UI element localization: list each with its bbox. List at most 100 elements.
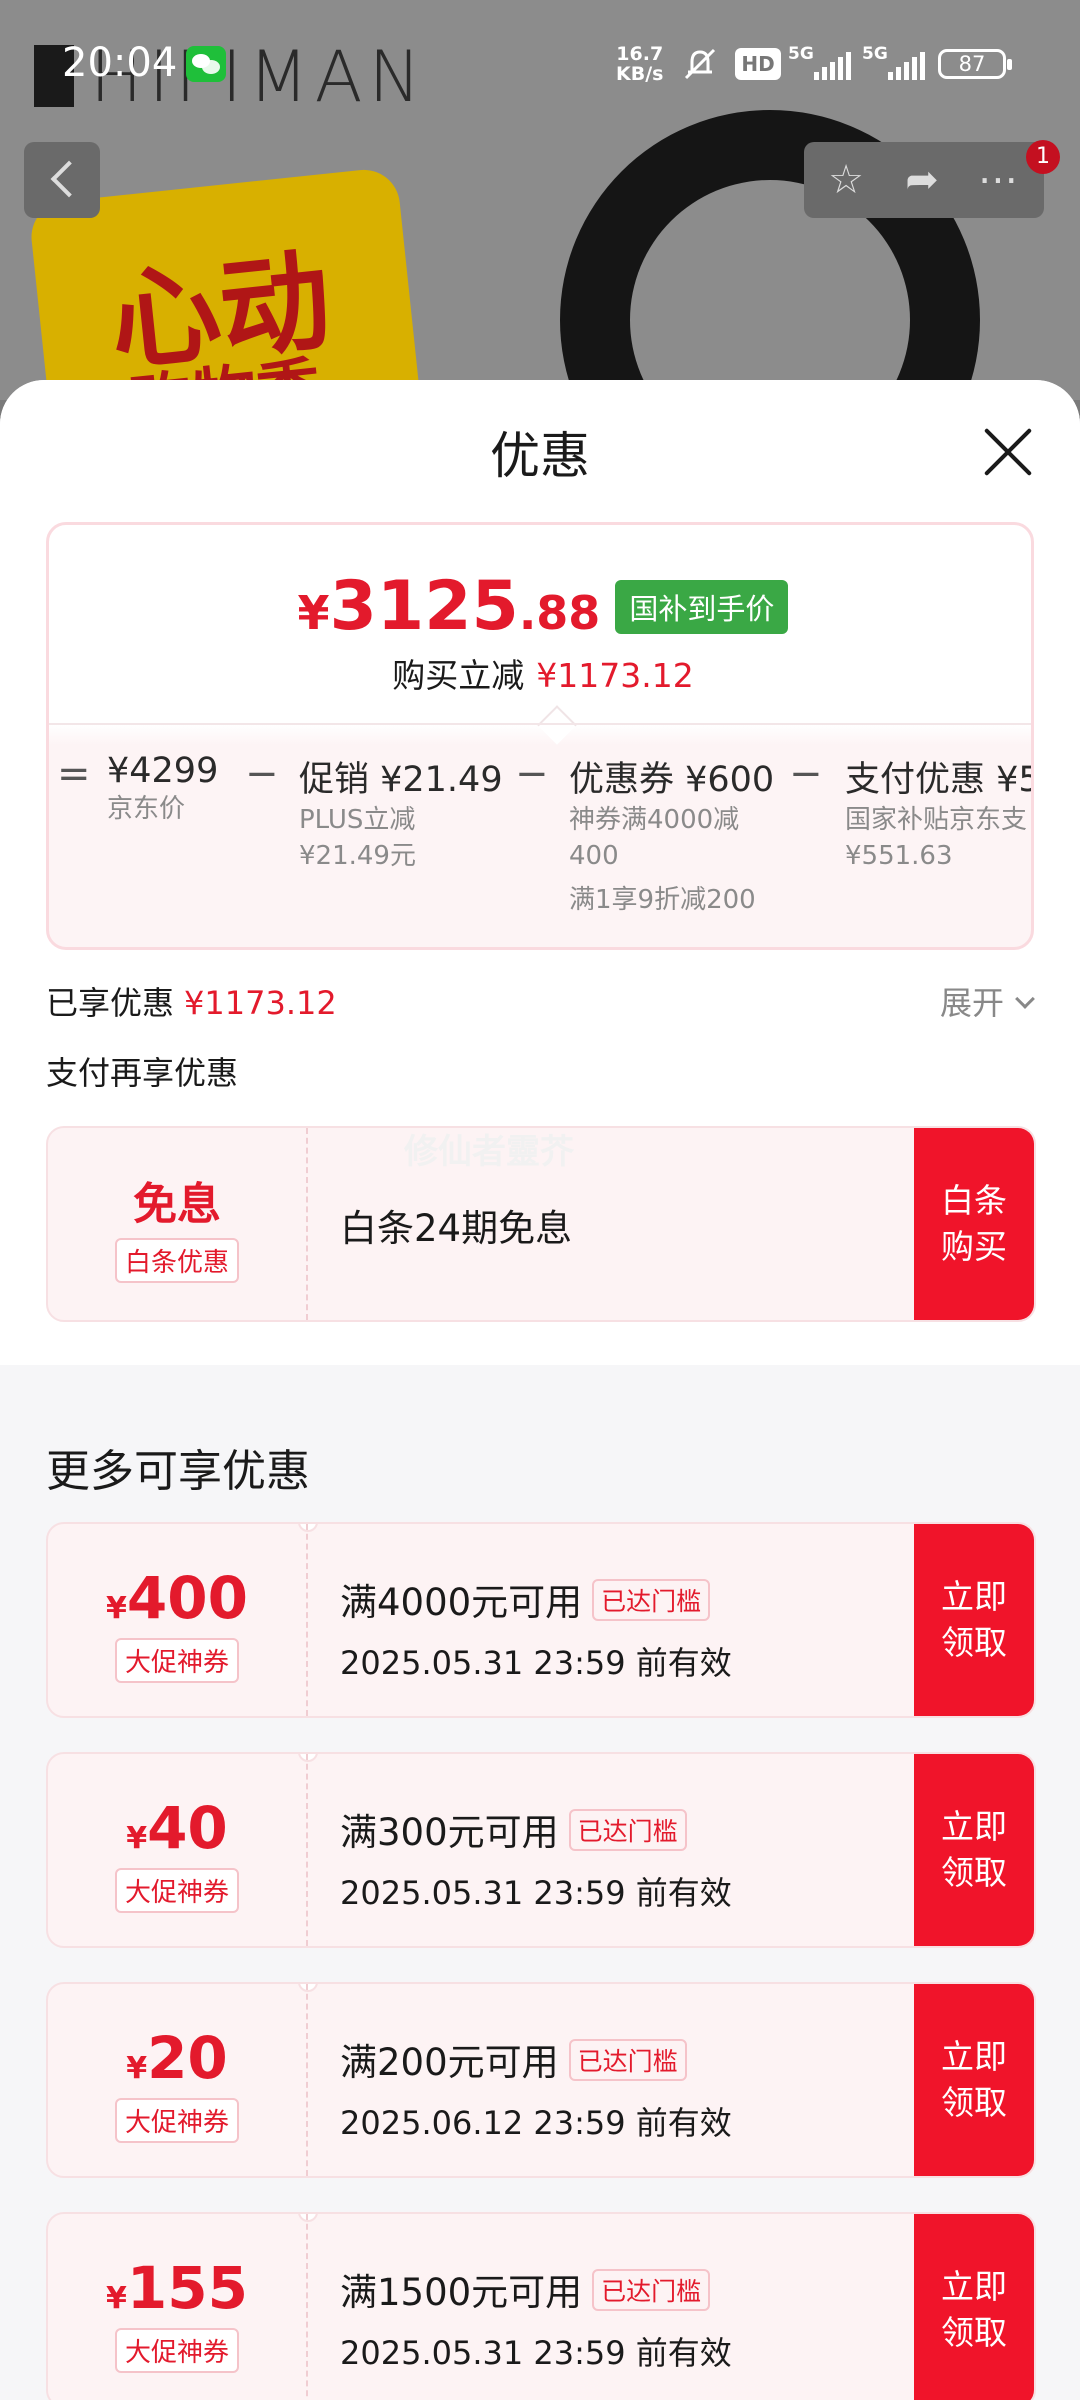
coupon-expiry: 2025.05.31 23:59 前有效 [340, 1874, 732, 1912]
cta-line1: 立即 [941, 1577, 1007, 1616]
star-icon[interactable]: ☆ [822, 156, 870, 204]
breakdown-sub: ¥21.49元 [299, 841, 416, 871]
baitiao-buy-button[interactable]: 白条 购买 [914, 1128, 1034, 1320]
purchase-reduction: 购买立减 ¥1173.12 [49, 649, 1031, 697]
breakdown-label: 优惠券 ¥600 [569, 760, 775, 800]
breakdown-sub: PLUS立减 [299, 805, 416, 835]
interest-free-tag: 白条优惠 [114, 1238, 239, 1283]
cta-line2: 购买 [941, 1227, 1007, 1266]
notification-badge: 1 [1026, 140, 1060, 174]
coupon-amount: ¥20 [48, 2024, 306, 2092]
subsidy-price-tag: 国补到手价 [615, 579, 789, 634]
coupon-amount: ¥400 [48, 1564, 306, 1632]
chevron-down-icon [1015, 989, 1035, 1009]
pay-more-label: 支付再享优惠 [46, 1054, 239, 1092]
enjoyed-amount: ¥1173.12 [184, 984, 337, 1022]
claim-coupon-button[interactable]: 立即 领取 [914, 1984, 1034, 2176]
hd-icon: HD [735, 48, 781, 80]
breakdown-sub: ¥551.63 [845, 841, 953, 871]
battery-icon: 87 [938, 49, 1012, 79]
signal-label-2: 5G [862, 44, 888, 64]
coupon-kind-tag: 大促神券 [114, 2098, 239, 2143]
signal-icon-2: 5G [862, 44, 930, 84]
coupon-threshold: 满1500元可用 [340, 2271, 583, 2314]
wechat-icon [186, 46, 226, 82]
coupon-info: 满200元可用 已达门槛 2025.06.12 23:59 前有效 [340, 2032, 732, 2144]
coupon-expiry: 2025.06.12 23:59 前有效 [340, 2104, 732, 2142]
coupon-card: ¥40 大促神券 满300元可用 已达门槛 2025.05.31 23:59 前有… [46, 1752, 1036, 1948]
net-speed-unit: KB/s [616, 63, 664, 85]
cta-line1: 立即 [941, 2037, 1007, 2076]
coupon-value: 40 [147, 1794, 228, 1862]
breakdown-label: 支付优惠 ¥5 [845, 760, 1034, 800]
cta-line2: 领取 [941, 2083, 1007, 2122]
operator-minus: − [515, 751, 549, 797]
coupon-amount: ¥40 [48, 1794, 306, 1862]
claim-coupon-button[interactable]: 立即 领取 [914, 2214, 1034, 2400]
claim-coupon-button[interactable]: 立即 领取 [914, 1754, 1034, 1946]
mute-icon [684, 48, 716, 80]
coupon-left: ¥400 大促神券 [48, 1524, 308, 1716]
operator-minus: − [245, 751, 279, 797]
cta-line2: 领取 [941, 1623, 1007, 1662]
final-price-row: ¥3125.88 国补到手价 [49, 567, 1031, 646]
reduction-label: 购买立减 [392, 656, 525, 695]
coupon-value: 155 [126, 2254, 248, 2322]
cta-line1: 立即 [941, 1807, 1007, 1846]
status-bar: 20:04 16.7 KB/s HD 5G 5G 87 [0, 0, 1080, 130]
coupon-card: ¥155 大促神券 满1500元可用 已达门槛 2025.05.31 23:59 … [46, 2212, 1036, 2400]
breakdown-label: ¥4299 [107, 751, 219, 791]
more-discounts-title: 更多可享优惠 [46, 1446, 310, 1497]
price-breakdown-row: = ¥4299 京东价 − 促销 ¥21.49 PLUS立减 ¥21.49元 −… [49, 723, 1034, 947]
expand-label: 展开 [939, 984, 1004, 1022]
coupon-value: 400 [126, 1564, 248, 1632]
back-button[interactable] [24, 142, 100, 218]
breakdown-sub: 国家补贴京东支 [845, 805, 1028, 835]
product-top-nav: ☆ ➦ ⋯ 1 [24, 140, 1060, 218]
coupon-threshold: 满200元可用 [340, 2041, 559, 2084]
expand-button[interactable]: 展开 [939, 978, 1035, 1024]
discount-summary-section: 优惠 ¥3125.88 国补到手价 购买立减 ¥1173.12 = ¥4299 京… [0, 380, 1080, 1365]
coupon-value: 20 [147, 2024, 228, 2092]
coupon-card: ¥20 大促神券 满200元可用 已达门槛 2025.06.12 23:59 前有… [46, 1982, 1036, 2178]
signal-icon: 5G [788, 44, 856, 84]
breakdown-item-coupon: 优惠券 ¥600 神券满4000减 400 满1享9折减200 [569, 751, 774, 918]
coupon-currency: ¥ [106, 2281, 127, 2316]
claim-coupon-button[interactable]: 立即 领取 [914, 1524, 1034, 1716]
coupon-expiry: 2025.05.31 23:59 前有效 [340, 2334, 732, 2372]
coupon-kind-tag: 大促神券 [114, 1868, 239, 1913]
breakdown-item-promotion: 促销 ¥21.49 PLUS立减 ¥21.49元 [299, 751, 503, 874]
threshold-reached-tag: 已达门槛 [568, 1809, 687, 1851]
breakdown-sub: 400 [569, 841, 619, 871]
final-price: ¥3125.88 [298, 567, 601, 646]
breakdown-item-payment: 支付优惠 ¥5 国家补贴京东支 ¥551.63 [845, 751, 1034, 874]
coupon-threshold: 满300元可用 [340, 1811, 559, 1854]
breakdown-item-jd-price: ¥4299 京东价 [107, 751, 218, 827]
more-icon[interactable]: ⋯ [974, 156, 1022, 204]
close-icon[interactable] [980, 424, 1036, 480]
coupon-threshold: 满4000元可用 [340, 1581, 583, 1624]
share-icon[interactable]: ➦ [898, 156, 946, 204]
cta-line1: 白条 [941, 1181, 1007, 1220]
interest-free-main: 免息 [133, 1179, 221, 1230]
final-price-decimal: .88 [518, 586, 601, 640]
coupon-currency: ¥ [126, 1821, 148, 1856]
coupon-amount: ¥155 [48, 2254, 306, 2322]
cta-line2: 领取 [941, 1853, 1007, 1892]
cta-line1: 立即 [941, 2267, 1007, 2306]
operator-minus: − [789, 751, 823, 797]
coupon-info: 满4000元可用 已达门槛 2025.05.31 23:59 前有效 [340, 1572, 732, 1684]
interest-free-desc: 白条24期免息 [340, 1207, 573, 1250]
threshold-reached-tag: 已达门槛 [592, 2269, 711, 2311]
discount-sheet: 优惠 ¥3125.88 国补到手价 购买立减 ¥1173.12 = ¥4299 京… [0, 380, 1080, 2400]
interest-free-left: 免息 白条优惠 [48, 1128, 308, 1320]
operator-equals: = [57, 751, 91, 797]
cta-line2: 领取 [941, 2313, 1007, 2352]
net-speed: 16.7 KB/s [616, 44, 663, 84]
coupon-kind-tag: 大促神券 [114, 2328, 239, 2373]
coupon-left: ¥20 大促神券 [48, 1984, 308, 2176]
reduction-amount: ¥1173.12 [536, 656, 694, 695]
coupon-left: ¥155 大促神券 [48, 2214, 308, 2400]
final-price-currency: ¥ [297, 586, 330, 640]
price-breakdown-card: ¥3125.88 国补到手价 购买立减 ¥1173.12 = ¥4299 京东价 … [46, 522, 1034, 950]
